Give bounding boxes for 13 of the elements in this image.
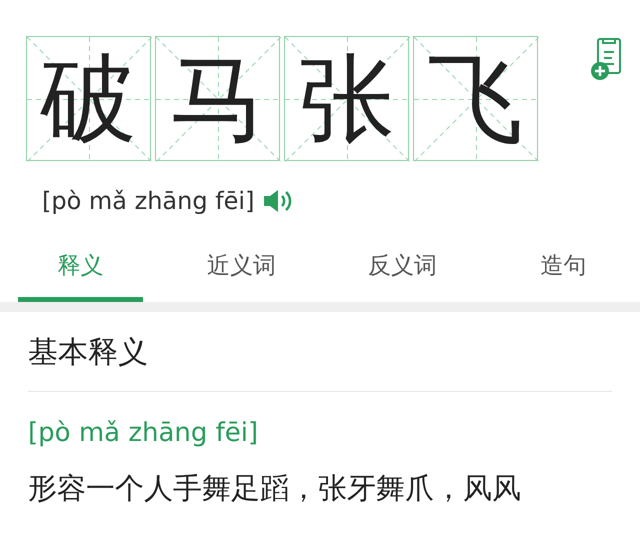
character-grid-cell: 张 (284, 36, 409, 161)
pinyin-text: [pò mǎ zhāng fēi] (42, 186, 254, 217)
add-note-icon[interactable] (590, 38, 622, 82)
definition-text: 形容一个人手舞足蹈，张牙舞爪，风风 (28, 470, 522, 506)
tab[interactable]: 反义词 (340, 235, 465, 302)
character-grid-cell: 马 (155, 36, 280, 161)
pinyin-text: [pò mǎ zhāng fēi] (28, 416, 260, 450)
character-grid-cell: 飞 (413, 36, 538, 161)
tab[interactable]: 造句 (501, 235, 626, 302)
tab[interactable]: 近义词 (179, 235, 304, 302)
character-grid-cell: 破 (26, 36, 151, 161)
speaker-icon[interactable] (262, 188, 294, 214)
section-title: 基本释义 (28, 330, 612, 392)
